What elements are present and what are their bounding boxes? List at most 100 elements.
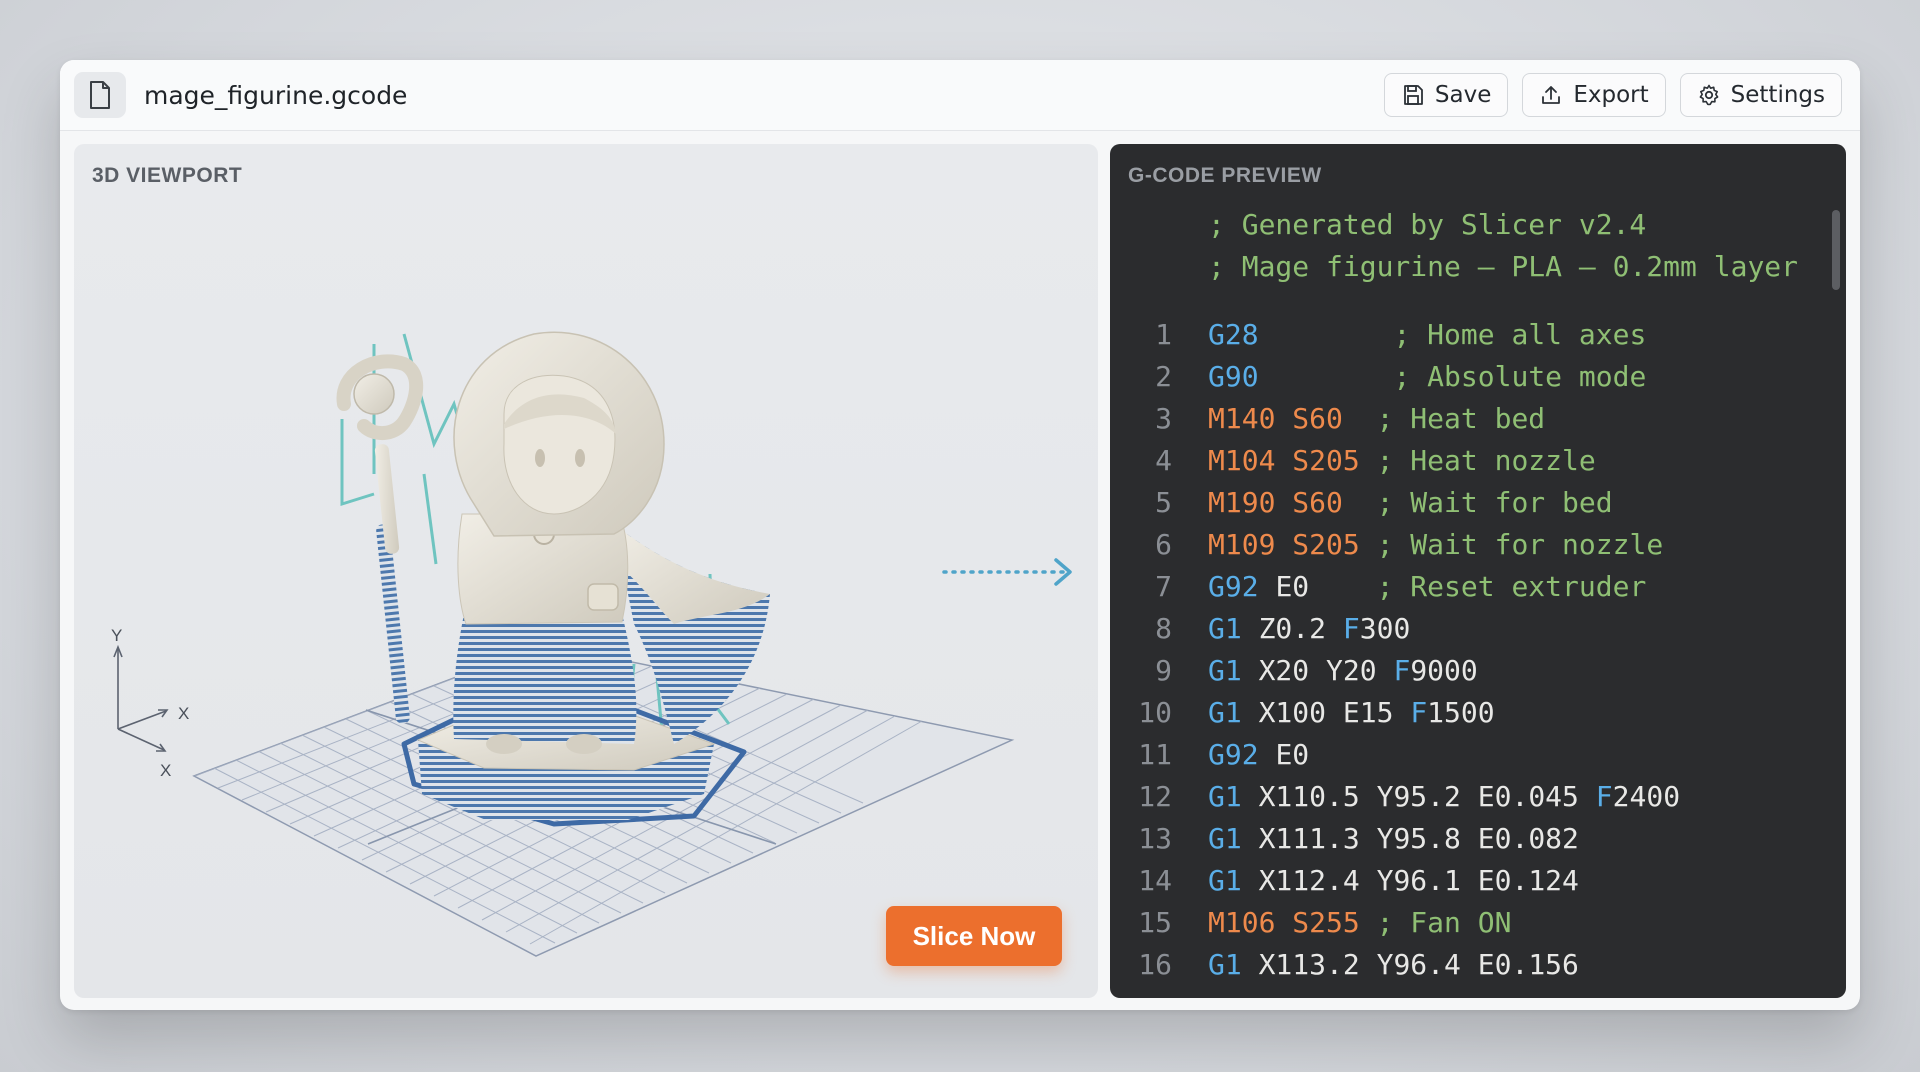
line-number: 7 [1155, 570, 1172, 603]
line-number: 3 [1155, 402, 1172, 435]
save-icon [1403, 85, 1423, 105]
gcode-command: G92 [1208, 738, 1259, 771]
gcode-comment: ; Wait for bed [1376, 486, 1613, 519]
gcode-command: M190 [1208, 486, 1276, 519]
gcode-args: X113.2 Y96.4 E0.156 [1258, 948, 1579, 981]
line-number: 6 [1155, 528, 1172, 561]
gcode-preview-title: G-CODE PREVIEW [1128, 164, 1322, 187]
slice-now-button[interactable]: Slice Now [886, 906, 1062, 966]
gcode-line[interactable]: 10 G1 X100 E15 F1500 [1110, 692, 1828, 734]
gcode-line[interactable]: 14 G1 X112.4 Y96.1 E0.124 [1110, 860, 1828, 902]
gcode-args: X112.4 Y96.1 E0.124 [1258, 864, 1579, 897]
gcode-line[interactable]: 12 G1 X110.5 Y95.2 E0.045 F2400 [1110, 776, 1828, 818]
gcode-command: M104 [1208, 444, 1276, 477]
gcode-code-area[interactable]: ; Generated by Slicer v2.4 ; Mage figuri… [1110, 204, 1828, 998]
flow-arrow-icon [942, 558, 1072, 586]
gcode-line[interactable]: 9 G1 X20 Y20 F9000 [1110, 650, 1828, 692]
gcode-line[interactable]: 5 M190 S60 ; Wait for bed [1110, 482, 1828, 524]
gcode-args: S60 [1292, 486, 1343, 519]
line-number: 15 [1138, 906, 1172, 939]
app-window: mage_figurine.gcode Save Export Settings… [60, 60, 1860, 1010]
gcode-args: S60 [1292, 402, 1343, 435]
gcode-command: G1 [1208, 864, 1242, 897]
line-number: 1 [1155, 318, 1172, 351]
gcode-comment: ; Reset extruder [1376, 570, 1647, 603]
file-icon [74, 72, 126, 118]
line-number: 4 [1155, 444, 1172, 477]
viewport-scene: Y X X [111, 331, 1072, 957]
axis-label-y: Y [111, 626, 122, 645]
line-number: 10 [1138, 696, 1172, 729]
header-comment: ; Generated by Slicer v2.4 [1208, 208, 1647, 241]
viewport-title: 3D VIEWPORT [92, 164, 243, 187]
gcode-preview-panel[interactable]: G-CODE PREVIEW ; Generated by Slicer v2.… [1110, 144, 1846, 998]
gcode-line[interactable]: 13 G1 X111.3 Y95.8 E0.082 [1110, 818, 1828, 860]
gcode-comment: ; Heat bed [1376, 402, 1546, 435]
gcode-comment: ; Home all axes [1393, 318, 1647, 351]
line-number: 16 [1138, 948, 1172, 981]
gcode-command: M109 [1208, 528, 1276, 561]
line-number: 12 [1138, 780, 1172, 813]
gcode-args: Z0.2 F300 [1258, 612, 1411, 645]
gcode-command: G1 [1208, 654, 1242, 687]
line-number: 14 [1138, 864, 1172, 897]
gcode-line[interactable]: 7 G92 E0 ; Reset extruder [1110, 566, 1828, 608]
figurine-head [453, 331, 665, 537]
line-number: 9 [1155, 654, 1172, 687]
axis-gizmo [113, 644, 169, 752]
line-number: 11 [1138, 738, 1172, 771]
gcode-command: M140 [1208, 402, 1276, 435]
gcode-command: G28 [1208, 318, 1259, 351]
gcode-command: G92 [1208, 570, 1259, 603]
gcode-args: X100 E15 F1500 [1258, 696, 1495, 729]
gcode-command: G1 [1208, 822, 1242, 855]
gcode-args: S205 [1292, 444, 1360, 477]
gcode-line[interactable]: 16 G1 X113.2 Y96.4 E0.156 [1110, 944, 1828, 986]
gcode-comment: ; Heat nozzle [1376, 444, 1596, 477]
gcode-comment: ; Absolute mode [1393, 360, 1647, 393]
gcode-args: X20 Y20 F9000 [1258, 654, 1478, 687]
line-number: 8 [1155, 612, 1172, 645]
line-number: 13 [1138, 822, 1172, 855]
gcode-line[interactable]: 8 G1 Z0.2 F300 [1110, 608, 1828, 650]
gcode-scrollbar[interactable] [1832, 210, 1840, 290]
gcode-command: G1 [1208, 780, 1242, 813]
gcode-command: G1 [1208, 696, 1242, 729]
gcode-comment: ; Wait for nozzle [1376, 528, 1664, 561]
gcode-command: G1 [1208, 948, 1242, 981]
gcode-args: X110.5 Y95.2 E0.045 F2400 [1258, 780, 1681, 813]
gcode-line[interactable]: 1 G28 ; Home all axes [1110, 314, 1828, 356]
save-label: Save [1434, 82, 1492, 108]
gcode-command: G1 [1208, 612, 1242, 645]
axis-label-x-lower: X [160, 761, 171, 780]
gcode-comment: ; Fan ON [1376, 906, 1512, 939]
title-bar: mage_figurine.gcode Save Export Settings [60, 60, 1860, 131]
gcode-command: M106 [1208, 906, 1276, 939]
3d-viewport[interactable]: Y X X 3D VIEWPORT Slice Now [74, 144, 1098, 998]
settings-button[interactable]: Settings [1679, 73, 1842, 117]
gcode-line[interactable]: 15 M106 S255 ; Fan ON [1110, 902, 1828, 944]
gcode-line[interactable]: 4 M104 S205 ; Heat nozzle [1110, 440, 1828, 482]
gcode-args: E0 [1275, 738, 1310, 771]
gcode-args: X111.3 Y95.8 E0.082 [1258, 822, 1579, 855]
line-number: 2 [1155, 360, 1172, 393]
gcode-line[interactable]: 2 G90 ; Absolute mode [1110, 356, 1828, 398]
gcode-command: G90 [1208, 360, 1259, 393]
gcode-line[interactable]: 11 G92 E0 [1110, 734, 1828, 776]
gcode-args: S255 [1292, 906, 1360, 939]
export-label: Export [1573, 82, 1649, 108]
file-name: mage_figurine.gcode [144, 80, 408, 110]
settings-label: Settings [1730, 82, 1825, 108]
staff [336, 354, 424, 724]
gcode-args: S205 [1292, 528, 1360, 561]
line-number: 5 [1155, 486, 1172, 519]
gcode-line[interactable]: 6 M109 S205 ; Wait for nozzle [1110, 524, 1828, 566]
gcode-args: E0 [1275, 570, 1310, 603]
axis-label-x-upper: X [178, 704, 189, 723]
gcode-line[interactable]: 3 M140 S60 ; Heat bed [1110, 398, 1828, 440]
toolbar: Save Export Settings [1383, 73, 1842, 117]
header-comment: ; Mage figurine — PLA — 0.2mm layer [1208, 250, 1799, 283]
save-button[interactable]: Save [1383, 73, 1509, 117]
export-button[interactable]: Export [1522, 73, 1666, 117]
export-icon [1542, 86, 1561, 104]
